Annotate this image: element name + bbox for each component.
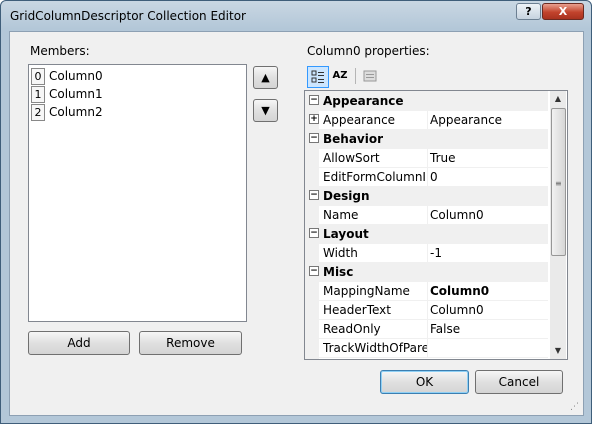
property-name: Appearance (323, 113, 396, 127)
property-name: Name (323, 208, 359, 222)
property-name: Width (323, 246, 358, 260)
property-name: HeaderText (323, 303, 391, 317)
category-design[interactable]: − Design (305, 186, 548, 206)
toolbar-separator (355, 68, 356, 84)
collection-editor-window: GridColumnDescriptor Collection Editor ?… (0, 0, 592, 424)
property-row-readonly[interactable]: ReadOnly False (305, 319, 548, 339)
property-name: AllowSort (323, 151, 380, 165)
property-row-appearance[interactable]: + Appearance Appearance (305, 110, 548, 130)
arrow-down-icon: ▼ (261, 104, 270, 117)
property-name: MappingName (323, 284, 410, 298)
property-pages-button[interactable] (360, 66, 380, 86)
property-pages-icon (363, 70, 377, 82)
remove-button[interactable]: Remove (139, 331, 242, 355)
move-up-button[interactable]: ▲ (253, 66, 278, 89)
category-behavior[interactable]: − Behavior (305, 129, 548, 149)
member-name: Column0 (49, 69, 103, 83)
categorized-icon (311, 70, 324, 83)
category-misc[interactable]: − Misc (305, 262, 548, 282)
property-row-allowsort[interactable]: AllowSort True (305, 148, 548, 168)
add-button[interactable]: Add (28, 331, 130, 355)
members-list[interactable]: 0 Column0 1 Column1 2 Column2 (28, 64, 247, 322)
property-value[interactable]: Column0 (430, 284, 489, 298)
property-row-editformcolumnindex[interactable]: EditFormColumnIn 0 (305, 167, 548, 187)
properties-label: Column0 properties: (307, 44, 430, 58)
property-row-headertext[interactable]: HeaderText Column0 (305, 300, 548, 320)
members-label: Members: (30, 44, 90, 58)
grip-icon: ≡ (555, 179, 562, 188)
property-grid-scrollbar[interactable]: ▲ ≡ ▼ (550, 91, 566, 359)
column-divider (427, 243, 428, 262)
category-name: Design (323, 189, 370, 203)
close-button[interactable]: X (542, 3, 584, 20)
property-grid-toolbar: AZ (305, 65, 566, 88)
property-value[interactable]: -1 (430, 246, 442, 260)
column-divider (427, 281, 428, 300)
member-name: Column2 (49, 105, 103, 119)
alphabetical-sort-icon: AZ (332, 70, 348, 81)
property-name: EditFormColumnIn (323, 170, 427, 184)
member-index: 2 (31, 104, 45, 121)
ok-button[interactable]: OK (380, 370, 469, 394)
scroll-down-arrow-icon[interactable]: ▼ (550, 343, 566, 359)
member-index: 1 (31, 86, 45, 103)
property-grid[interactable]: − Appearance + Appearance Appearance − B… (304, 90, 568, 360)
collapse-icon[interactable]: − (309, 266, 319, 276)
property-value[interactable]: 0 (430, 170, 438, 184)
property-value[interactable]: Column0 (430, 208, 484, 222)
cancel-button[interactable]: Cancel (475, 370, 563, 394)
alphabetical-button[interactable]: AZ (330, 66, 350, 86)
scrollbar-thumb[interactable]: ≡ (551, 108, 566, 256)
help-button[interactable]: ? (516, 3, 541, 20)
property-name: ReadOnly (323, 322, 381, 336)
window-title: GridColumnDescriptor Collection Editor (10, 9, 246, 23)
category-layout[interactable]: − Layout (305, 224, 548, 244)
property-value[interactable]: Column0 (430, 303, 484, 317)
property-row-name[interactable]: Name Column0 (305, 205, 548, 225)
resize-grip-icon[interactable]: ⋰ (570, 402, 579, 412)
dialog-client-area: Members: 0 Column0 1 Column1 2 Column2 ▲… (9, 31, 584, 416)
category-name: Behavior (323, 132, 384, 146)
collapse-icon[interactable]: − (309, 133, 319, 143)
column-divider (427, 110, 428, 129)
property-value[interactable]: False (430, 322, 460, 336)
column-divider (427, 300, 428, 319)
collapse-icon[interactable]: − (309, 190, 319, 200)
column-divider (427, 205, 428, 224)
title-bar[interactable]: GridColumnDescriptor Collection Editor ?… (1, 1, 591, 31)
property-row-trackwidthofparent[interactable]: TrackWidthOfParer (305, 338, 548, 358)
category-name: Misc (323, 265, 354, 279)
arrow-up-icon: ▲ (261, 71, 270, 84)
member-name: Column1 (49, 87, 103, 101)
property-row-width[interactable]: Width -1 (305, 243, 548, 263)
property-name: TrackWidthOfParer (323, 341, 427, 355)
property-value[interactable]: True (430, 151, 456, 165)
category-name: Appearance (323, 94, 404, 108)
property-row-mappingname[interactable]: MappingName Column0 (305, 281, 548, 301)
scroll-up-arrow-icon[interactable]: ▲ (550, 91, 566, 107)
category-name: Layout (323, 227, 369, 241)
category-appearance[interactable]: − Appearance (305, 91, 548, 111)
categorized-button[interactable] (307, 66, 329, 88)
column-divider (427, 319, 428, 338)
collapse-icon[interactable]: − (309, 228, 319, 238)
property-value[interactable]: Appearance (430, 113, 502, 127)
column-divider (427, 148, 428, 167)
column-divider (427, 167, 428, 186)
member-index: 0 (31, 68, 45, 85)
expand-icon[interactable]: + (309, 114, 319, 124)
move-down-button[interactable]: ▼ (253, 99, 278, 122)
column-divider (427, 338, 428, 357)
collapse-icon[interactable]: − (309, 95, 319, 105)
